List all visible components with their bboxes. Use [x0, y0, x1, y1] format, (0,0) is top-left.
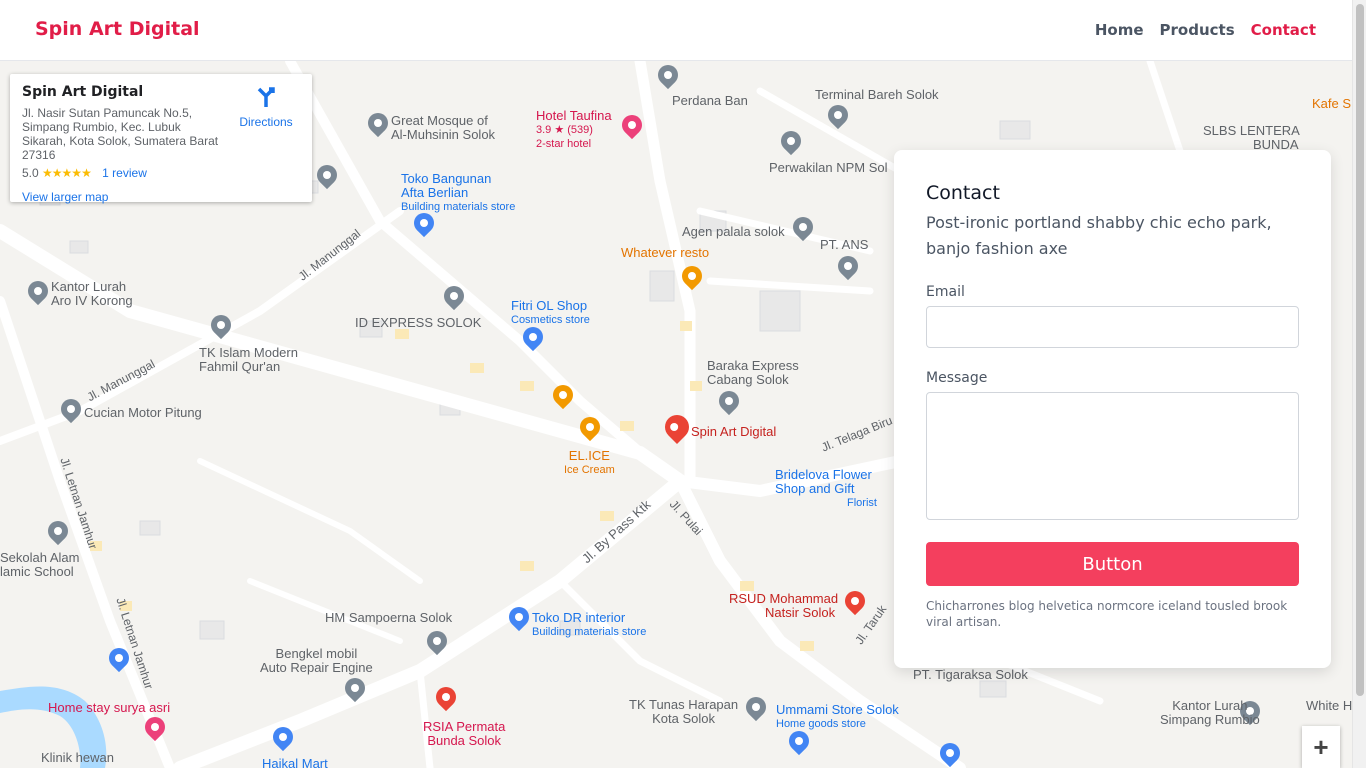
map-label: SLBS LENTERA BUNDA	[1203, 123, 1300, 152]
reviews-link[interactable]: 1 review	[102, 166, 147, 180]
zoom-in-button[interactable]: +	[1302, 726, 1340, 768]
map-label: Hotel Taufina 3.9 ★ (539) 2-star hotel	[536, 108, 612, 151]
contact-card: Contact Post-ironic portland shabby chic…	[894, 150, 1331, 668]
view-larger-map-link[interactable]: View larger map	[22, 190, 300, 204]
place-address: Jl. Nasir Sutan Pamuncak No.5, Simpang R…	[22, 106, 219, 162]
map-label: Terminal Bareh Solok	[815, 87, 939, 102]
map-label: PT. Tigaraksa Solok	[913, 667, 1028, 682]
submit-button[interactable]: Button	[926, 542, 1299, 586]
scrollbar-thumb[interactable]	[1356, 4, 1364, 696]
place-rating: 5.0 ★★★★★ 1 review	[22, 166, 300, 180]
map-label: Perwakilan NPM Sol	[769, 160, 888, 175]
map-label: EL.ICE Ice Cream	[564, 448, 615, 477]
map-label: Sekolah Alam lamic School	[0, 550, 80, 579]
page-scrollbar[interactable]	[1352, 0, 1366, 768]
map-label: Kafe S	[1312, 96, 1352, 111]
map-label: Ummami Store Solok Home goods store	[776, 702, 899, 731]
contact-title: Contact	[926, 182, 1000, 204]
map-info-card: Spin Art Digital Jl. Nasir Sutan Pamunca…	[10, 74, 312, 204]
map-label: Baraka Express Cabang Solok	[707, 358, 799, 387]
map-label: Toko DR interior Building materials store	[532, 610, 647, 639]
map-label: Perdana Ban	[672, 93, 748, 108]
nav-contact[interactable]: Contact	[1251, 21, 1316, 39]
directions-icon	[257, 87, 275, 107]
message-field[interactable]	[926, 392, 1299, 520]
rating-value: 5.0	[22, 166, 39, 180]
map-label: Agen palala solok	[682, 224, 785, 239]
map-label: Kantor Lurah Aro IV Korong	[51, 279, 133, 308]
map-label: Klinik hewan	[41, 750, 114, 765]
map-label: RSIA Permata Bunda Solok	[423, 719, 506, 748]
brand-logo[interactable]: Spin Art Digital	[35, 18, 200, 40]
map-label: RSUD Mohammad Natsir Solok	[729, 591, 839, 620]
map-label: ID EXPRESS SOLOK	[355, 315, 482, 330]
contact-description: Post-ironic portland shabby chic echo pa…	[926, 213, 1272, 258]
map-label: Home stay surya asri	[48, 700, 171, 715]
map-label: Fitri OL Shop Cosmetics store	[511, 298, 590, 327]
map-label: Kantor Lurah Simpang Rumbio	[1160, 698, 1260, 727]
map-label: HM Sampoerna Solok	[325, 610, 453, 625]
map-label: Bridelova Flower Shop and Gift Florist	[775, 467, 877, 510]
map-label: TK Tunas Harapan Kota Solok	[629, 697, 739, 726]
map-label: Haikal Mart	[262, 756, 328, 768]
email-label: Email	[926, 284, 965, 300]
site-header: Spin Art Digital Home Products Contact	[0, 0, 1352, 61]
map-label: White H	[1306, 698, 1352, 713]
nav-products[interactable]: Products	[1160, 21, 1235, 39]
message-label: Message	[926, 370, 988, 386]
map-label: PT. ANS	[820, 237, 869, 252]
map-label: Bengkel mobil Auto Repair Engine	[260, 646, 373, 675]
email-field[interactable]	[926, 306, 1299, 348]
star-rating-icon: ★★★★★	[42, 166, 92, 180]
nav-home[interactable]: Home	[1095, 21, 1144, 39]
directions-button[interactable]: Directions	[238, 86, 294, 129]
map-label: Cucian Motor Pitung	[84, 405, 202, 420]
map-label: Great Mosque of Al-Muhsinin Solok	[391, 113, 496, 142]
contact-note: Chicharrones blog helvetica normcore ice…	[926, 599, 1288, 629]
main-nav: Home Products Contact	[1095, 21, 1316, 39]
map-label: Toko Bangunan Afta Berlian Building materi…	[401, 171, 516, 214]
directions-label: Directions	[239, 115, 293, 129]
map-label: Whatever resto	[621, 245, 710, 260]
map-label: Spin Art Digital	[691, 424, 777, 439]
map-label: TK Islam Modern Fahmil Qur'an	[199, 345, 298, 374]
